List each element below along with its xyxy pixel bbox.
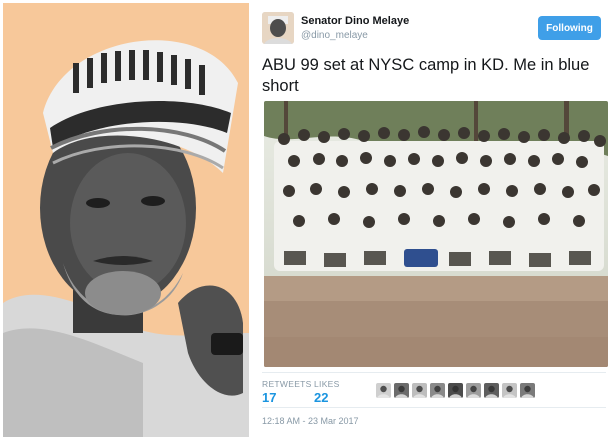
liker-avatar[interactable]: [448, 383, 463, 398]
likes-count[interactable]: 22: [314, 390, 328, 405]
retweets-count[interactable]: 17: [262, 390, 276, 405]
author-avatar[interactable]: [262, 12, 294, 44]
liker-avatar[interactable]: [484, 383, 499, 398]
user-avatar-icon: [262, 12, 294, 44]
tweet-timestamp[interactable]: 12:18 AM - 23 Mar 2017: [262, 416, 359, 426]
liker-avatar[interactable]: [412, 383, 427, 398]
stats-divider-bottom: [262, 407, 606, 408]
stats-divider-top: [262, 372, 606, 373]
group-photo-icon: [264, 101, 608, 367]
tweet-photo[interactable]: [264, 101, 608, 367]
following-button[interactable]: Following: [538, 16, 601, 40]
tweet-card: Senator Dino Melaye @dino_melaye Followi…: [252, 0, 616, 441]
liker-avatar[interactable]: [430, 383, 445, 398]
portrait-image: [3, 3, 249, 437]
likes-label: LIKES: [314, 379, 340, 389]
liker-avatar[interactable]: [520, 383, 535, 398]
author-name[interactable]: Senator Dino Melaye: [301, 15, 409, 27]
liker-avatar[interactable]: [376, 383, 391, 398]
tweet-text: ABU 99 set at NYSC camp in KD. Me in blu…: [262, 56, 590, 95]
author-handle[interactable]: @dino_melaye: [301, 30, 368, 41]
retweets-label: RETWEETS: [262, 379, 312, 389]
liker-avatar[interactable]: [394, 383, 409, 398]
liker-avatar[interactable]: [466, 383, 481, 398]
liker-avatar[interactable]: [502, 383, 517, 398]
